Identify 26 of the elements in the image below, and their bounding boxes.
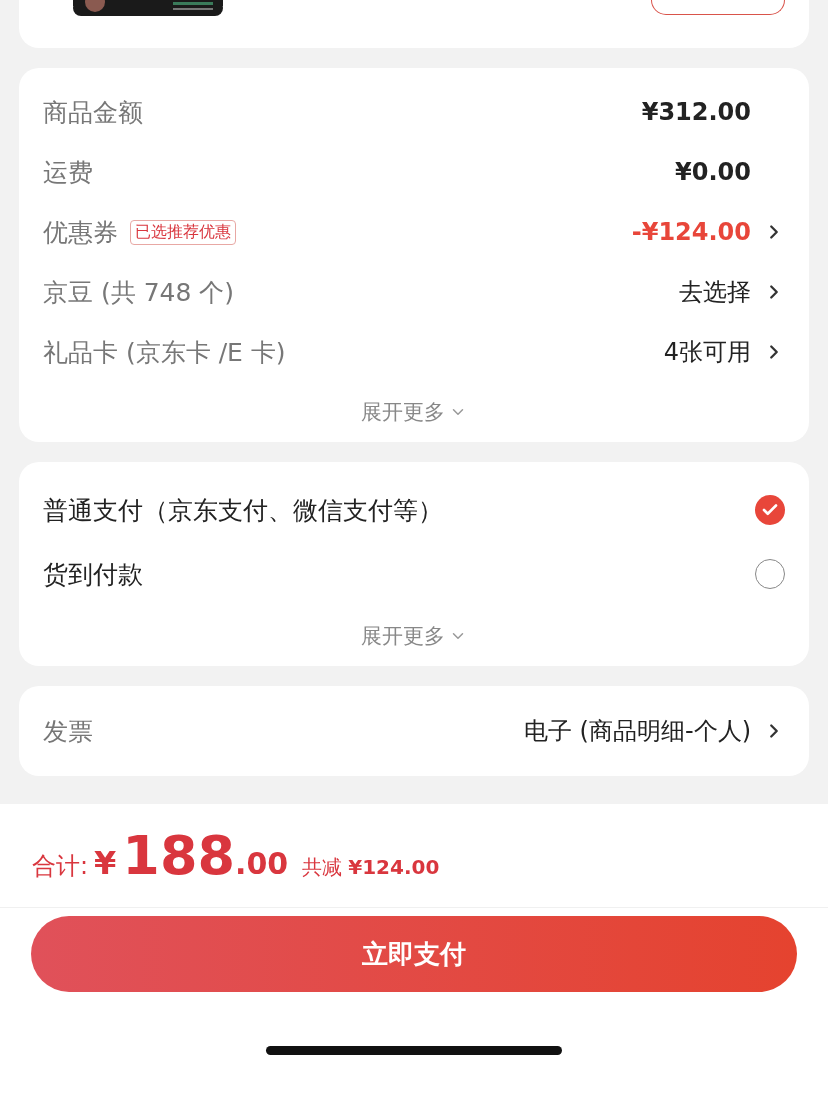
fee-value[interactable]: -¥124.00 [631, 218, 751, 246]
payment-option[interactable]: 普通支付（京东支付、微信支付等） [43, 493, 443, 527]
saved-amount: ¥124.00 [348, 855, 440, 879]
radio-button[interactable] [755, 559, 785, 589]
expand-more-link[interactable]: 展开更多 [361, 606, 467, 666]
fee-label: 礼品卡 (京东卡 /E 卡) [43, 336, 286, 369]
total-decimal: .00 [235, 846, 289, 881]
currency-sign: ¥ [94, 844, 117, 882]
invoice-label: 发票 [43, 715, 93, 748]
fee-value[interactable]: 去选择 [679, 276, 751, 308]
fee-value: ¥312.00 [641, 98, 751, 126]
total-label: 合计: [32, 851, 89, 882]
invoice-value[interactable]: 电子 (商品明细-个人) [524, 715, 751, 747]
total-amount: 188 [122, 824, 236, 887]
fee-label: 商品金额 [43, 96, 143, 129]
fee-value[interactable]: 4张可用 [663, 336, 751, 368]
coupon-tag: 已选推荐优惠 [130, 219, 236, 245]
expand-more-link[interactable]: 展开更多 [361, 382, 467, 442]
saved-label: 共减 [302, 854, 343, 881]
fee-label: 京豆 (共 748 个) [43, 276, 235, 309]
payment-option[interactable]: 货到付款 [43, 557, 143, 591]
fee-label: 优惠券 [43, 216, 118, 249]
radio-button[interactable] [755, 495, 785, 525]
fee-label: 运费 [43, 156, 93, 189]
fee-value: ¥0.00 [675, 158, 751, 186]
pay-now-button[interactable]: 立即支付 [31, 916, 797, 992]
